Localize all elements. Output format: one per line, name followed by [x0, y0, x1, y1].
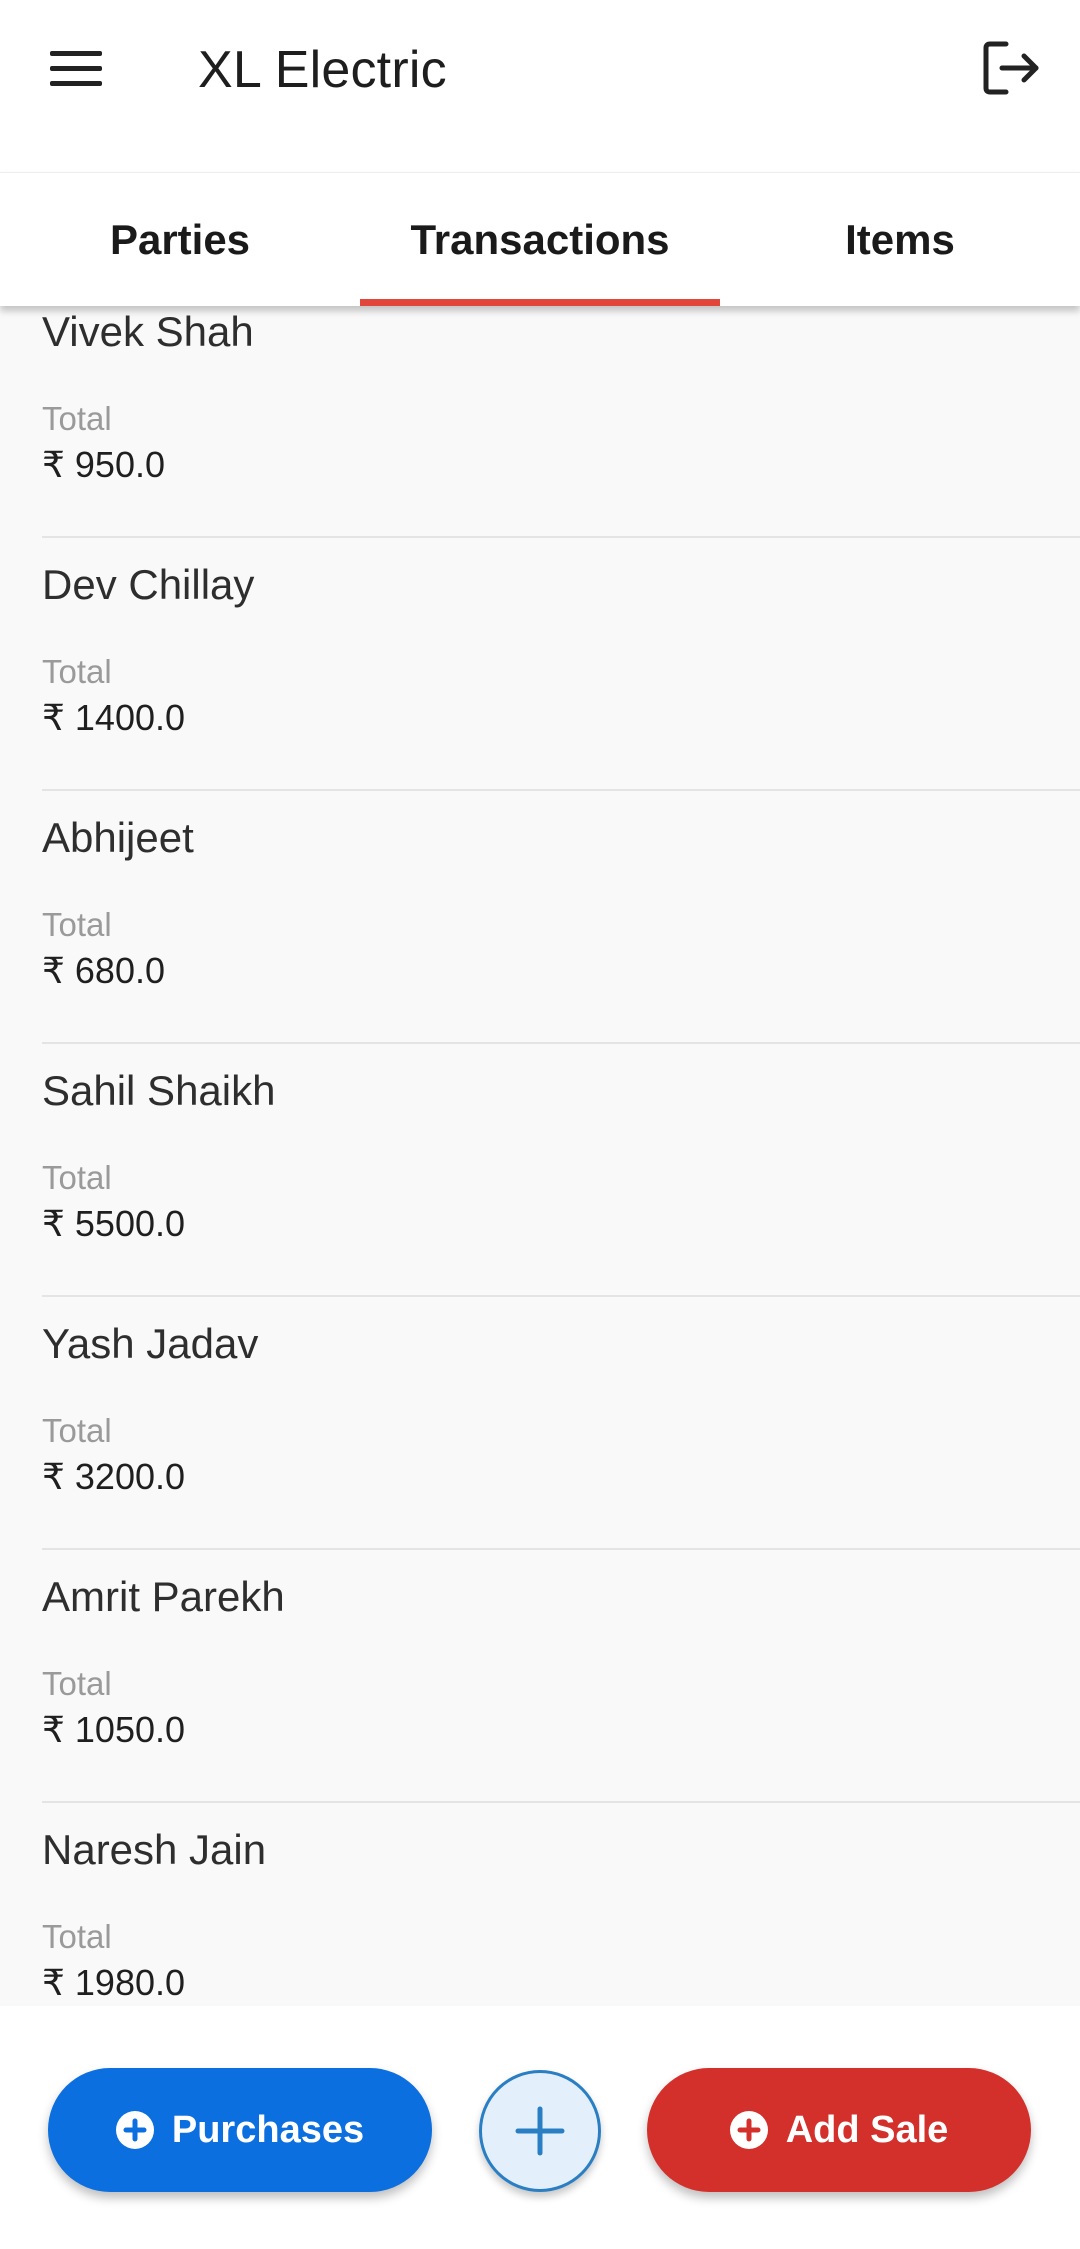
party-name: Sahil Shaikh [42, 1067, 276, 1114]
purchases-button[interactable]: Purchases [48, 2068, 432, 2192]
party-name: Vivek Shah [42, 308, 254, 355]
party-name: Naresh Jain [42, 1826, 267, 1873]
tab-transactions[interactable]: Transactions [360, 173, 720, 306]
divider [42, 536, 1080, 538]
total-amount: ₹ 680.0 [42, 950, 165, 991]
plus-circle-icon [729, 2111, 768, 2149]
logout-icon[interactable] [980, 36, 1044, 100]
plus-icon [515, 2106, 565, 2156]
list-item[interactable]: Naresh Jain Total ₹ 1980.0 [0, 1814, 1080, 2006]
list-item[interactable]: Vivek Shah Total ₹ 950.0 [0, 306, 1080, 549]
divider [42, 1548, 1080, 1550]
total-label: Total [42, 1918, 112, 1955]
purchases-label: Purchases [171, 2108, 365, 2151]
divider [42, 1042, 1080, 1044]
list-item[interactable]: Yash Jadav Total ₹ 3200.0 [0, 1308, 1080, 1561]
add-sale-button[interactable]: Add Sale [647, 2068, 1031, 2192]
total-amount: ₹ 1400.0 [42, 697, 186, 738]
add-button[interactable] [479, 2070, 601, 2192]
total-amount: ₹ 3200.0 [42, 1456, 186, 1497]
total-label: Total [42, 653, 112, 690]
app-bar: XL Electric [0, 0, 1080, 172]
add-sale-label: Add Sale [785, 2108, 949, 2151]
list-item[interactable]: Amrit Parekh Total ₹ 1050.0 [0, 1561, 1080, 1814]
app-screen: XL Electric Parties Transactions Items V… [0, 0, 1080, 2249]
plus-circle-icon [115, 2111, 154, 2149]
total-label: Total [42, 400, 112, 437]
total-amount: ₹ 1050.0 [42, 1709, 186, 1750]
divider [42, 1295, 1080, 1297]
tab-bar: Parties Transactions Items [0, 172, 1080, 306]
party-name: Yash Jadav [42, 1320, 259, 1367]
total-amount: ₹ 950.0 [42, 444, 165, 485]
party-name: Abhijeet [42, 814, 194, 861]
transaction-list: Vivek Shah Total ₹ 950.0 Dev Chillay Tot… [0, 306, 1080, 2006]
list-item[interactable]: Dev Chillay Total ₹ 1400.0 [0, 549, 1080, 802]
tab-items[interactable]: Items [720, 173, 1080, 306]
total-label: Total [42, 1159, 112, 1196]
divider [42, 1801, 1080, 1803]
menu-icon[interactable] [40, 34, 114, 102]
app-title: XL Electric [198, 41, 447, 99]
tab-parties[interactable]: Parties [0, 173, 360, 306]
divider [42, 789, 1080, 791]
list-item[interactable]: Abhijeet Total ₹ 680.0 [0, 802, 1080, 1055]
total-label: Total [42, 1412, 112, 1449]
bottom-action-bar: Purchases Add Sale [0, 2006, 1080, 2249]
party-name: Amrit Parekh [42, 1573, 285, 1620]
party-name: Dev Chillay [42, 561, 255, 608]
list-item[interactable]: Sahil Shaikh Total ₹ 5500.0 [0, 1055, 1080, 1308]
total-label: Total [42, 1665, 112, 1702]
total-amount: ₹ 5500.0 [42, 1203, 186, 1244]
total-amount: ₹ 1980.0 [42, 1962, 186, 2003]
total-label: Total [42, 906, 112, 943]
